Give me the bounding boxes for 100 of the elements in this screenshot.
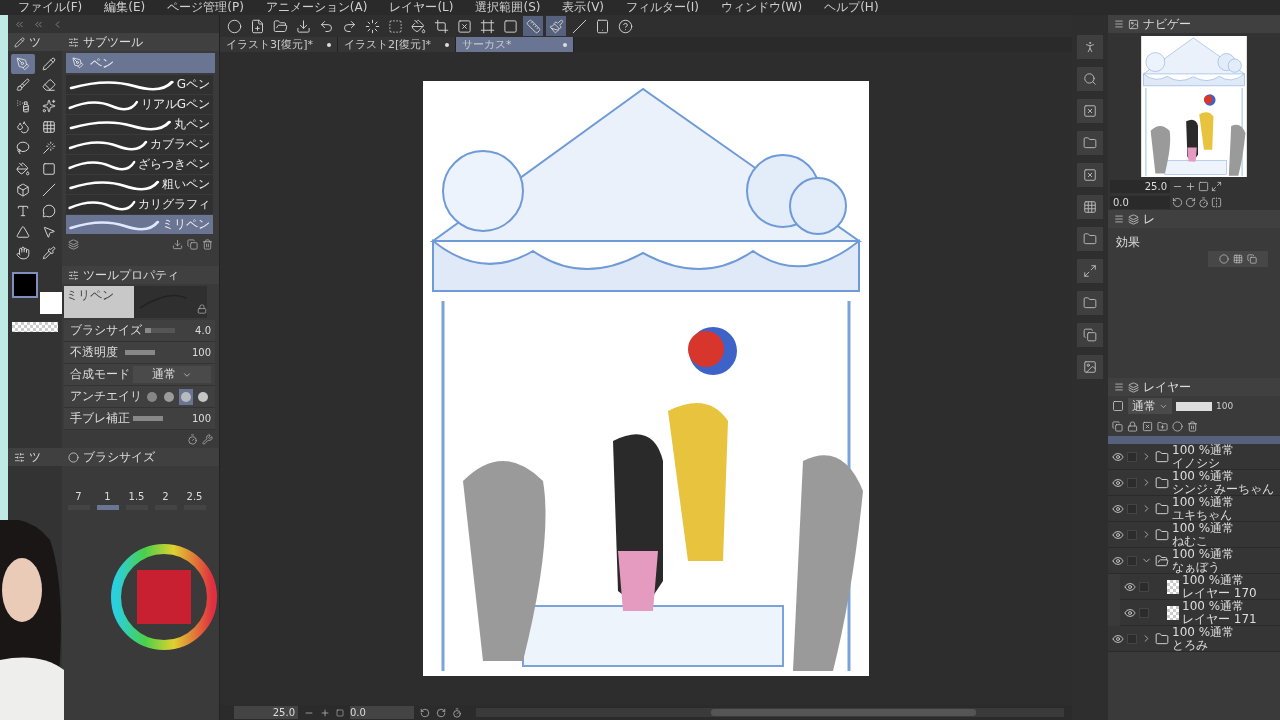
- figure-icon: [1083, 40, 1097, 54]
- sub-tool-item[interactable]: リアルGペン: [66, 95, 213, 114]
- save-icon: [295, 18, 311, 34]
- brush-size-option[interactable]: 7: [64, 466, 93, 512]
- layer-checkbox[interactable]: [1127, 451, 1137, 462]
- sub-tool-item[interactable]: 粗いペン: [66, 175, 213, 194]
- layer-checkbox[interactable]: [1127, 555, 1137, 566]
- layer-checkbox[interactable]: [1127, 477, 1137, 488]
- menu-icon: [1114, 214, 1124, 224]
- layer-checkbox[interactable]: [1127, 529, 1137, 540]
- lasso-icon: [16, 141, 30, 155]
- panel-button[interactable]: [1077, 227, 1103, 251]
- layer-name[interactable]: シンジ･みーちゃん: [1172, 482, 1274, 496]
- blend-mode-dropdown[interactable]: 通常: [1128, 398, 1172, 414]
- sub-color-swatch[interactable]: [38, 290, 64, 316]
- property-slider[interactable]: [133, 416, 163, 421]
- panel-button[interactable]: [1077, 355, 1103, 379]
- menu-item[interactable]: フィルター(I): [626, 0, 699, 15]
- copy-icon: [1083, 328, 1097, 342]
- menu-item[interactable]: ヘルプ(H): [824, 0, 879, 15]
- panel-button[interactable]: [1077, 131, 1103, 155]
- layer-name[interactable]: イノシシ: [1172, 456, 1235, 470]
- antialias-option[interactable]: [179, 388, 193, 405]
- menu-item[interactable]: ページ管理(P): [167, 0, 244, 15]
- undo-icon: [318, 18, 334, 34]
- menu-item[interactable]: レイヤー(L): [389, 0, 454, 15]
- layer-name[interactable]: ねむこ: [1172, 534, 1235, 548]
- blend-mode-dropdown[interactable]: 通常: [133, 366, 211, 383]
- color-wheel[interactable]: [109, 542, 219, 652]
- layer-mode: 100 %通常: [1182, 573, 1246, 587]
- menu-item[interactable]: ファイル(F): [18, 0, 83, 15]
- document-tab[interactable]: イラスト3[復元]*: [220, 37, 338, 52]
- panel-button[interactable]: [1077, 99, 1103, 123]
- lock-icon: [197, 304, 207, 314]
- property-slider[interactable]: [125, 350, 155, 355]
- folder-icon: [1155, 527, 1169, 542]
- new-folder-icon: [1157, 420, 1168, 432]
- layer-name[interactable]: レイヤー 171: [1182, 612, 1257, 626]
- menu-item[interactable]: 選択範囲(S): [475, 0, 541, 15]
- panel-button[interactable]: [1077, 67, 1103, 91]
- sub-tool-item[interactable]: ざらつきペン: [66, 155, 213, 174]
- sub-tool-item[interactable]: カリグラフィ: [66, 195, 213, 214]
- sub-tool-item[interactable]: Gペン: [66, 75, 213, 94]
- sub-tool-item[interactable]: ミリペン: [66, 215, 213, 234]
- panel-tab[interactable]: レ: [1143, 210, 1155, 228]
- zoom-in-icon: [1185, 180, 1196, 192]
- zoom-in-icon: [320, 707, 330, 718]
- menu-item[interactable]: アニメーション(A): [265, 0, 368, 15]
- rotation-field[interactable]: 0.0: [350, 706, 414, 719]
- document-tab[interactable]: イラスト2[復元]*: [338, 37, 456, 52]
- brush-size-option[interactable]: 2.5: [180, 466, 209, 512]
- horizontal-scrollbar[interactable]: [476, 708, 1064, 717]
- brush-size-option[interactable]: 1: [93, 466, 122, 512]
- expand-icon: [1211, 180, 1222, 192]
- opacity-value[interactable]: 100: [1216, 401, 1234, 411]
- property-slider[interactable]: [145, 328, 175, 333]
- panel-button[interactable]: [1077, 259, 1103, 283]
- rotate-left-icon: [1172, 196, 1183, 208]
- pencil-icon: [42, 57, 56, 71]
- ruler-icon: [525, 18, 541, 34]
- brush-size-option[interactable]: 2: [151, 466, 180, 512]
- panel-button[interactable]: [1077, 323, 1103, 347]
- panel-button[interactable]: [1077, 291, 1103, 315]
- dashed-square-icon: [387, 18, 403, 34]
- layer-checkbox[interactable]: [1139, 607, 1149, 618]
- menu-item[interactable]: 編集(E): [104, 0, 146, 15]
- hand-icon: [16, 246, 30, 260]
- panel-button[interactable]: [1077, 35, 1103, 59]
- pencil-icon: [14, 36, 25, 48]
- layer-name[interactable]: とろみ: [1172, 638, 1235, 652]
- layer-checkbox[interactable]: [1139, 581, 1149, 592]
- menu-item[interactable]: ウィンドウ(W): [720, 0, 803, 15]
- close-icon: [1083, 168, 1097, 182]
- tool-button[interactable]: [11, 54, 35, 74]
- layer-name[interactable]: レイヤー 170: [1182, 586, 1257, 600]
- sub-tool-item[interactable]: カブラペン: [66, 135, 213, 154]
- layer-checkbox[interactable]: [1127, 503, 1137, 514]
- sliders-icon: [68, 269, 79, 281]
- panel-button[interactable]: [1077, 195, 1103, 219]
- property-value[interactable]: 100: [191, 347, 211, 358]
- transparent-color-swatch[interactable]: [12, 322, 58, 332]
- panel-button[interactable]: [1077, 163, 1103, 187]
- sub-tool-item[interactable]: 丸ペン: [66, 115, 213, 134]
- opacity-slider[interactable]: [1176, 401, 1212, 411]
- property-value[interactable]: 100: [191, 413, 211, 424]
- layer-name[interactable]: なぁぼう: [1172, 560, 1235, 574]
- grid-icon: [1233, 254, 1243, 264]
- zoom-field[interactable]: 25.0: [1110, 179, 1170, 193]
- circle-icon: [1172, 420, 1183, 432]
- grid-icon: [42, 120, 56, 134]
- property-value[interactable]: 4.0: [195, 325, 211, 336]
- zoom-field[interactable]: 25.0: [234, 706, 298, 719]
- layer-thumbnail: [1167, 579, 1179, 594]
- rotation-field[interactable]: 0.0: [1110, 195, 1170, 209]
- layer-checkbox[interactable]: [1127, 633, 1137, 644]
- lock-icon: [1127, 420, 1138, 432]
- layer-name[interactable]: ユキちゃん: [1172, 508, 1235, 522]
- brush-size-option[interactable]: 1.5: [122, 466, 151, 512]
- main-color-swatch[interactable]: [12, 272, 38, 298]
- menu-item[interactable]: 表示(V): [562, 0, 605, 15]
